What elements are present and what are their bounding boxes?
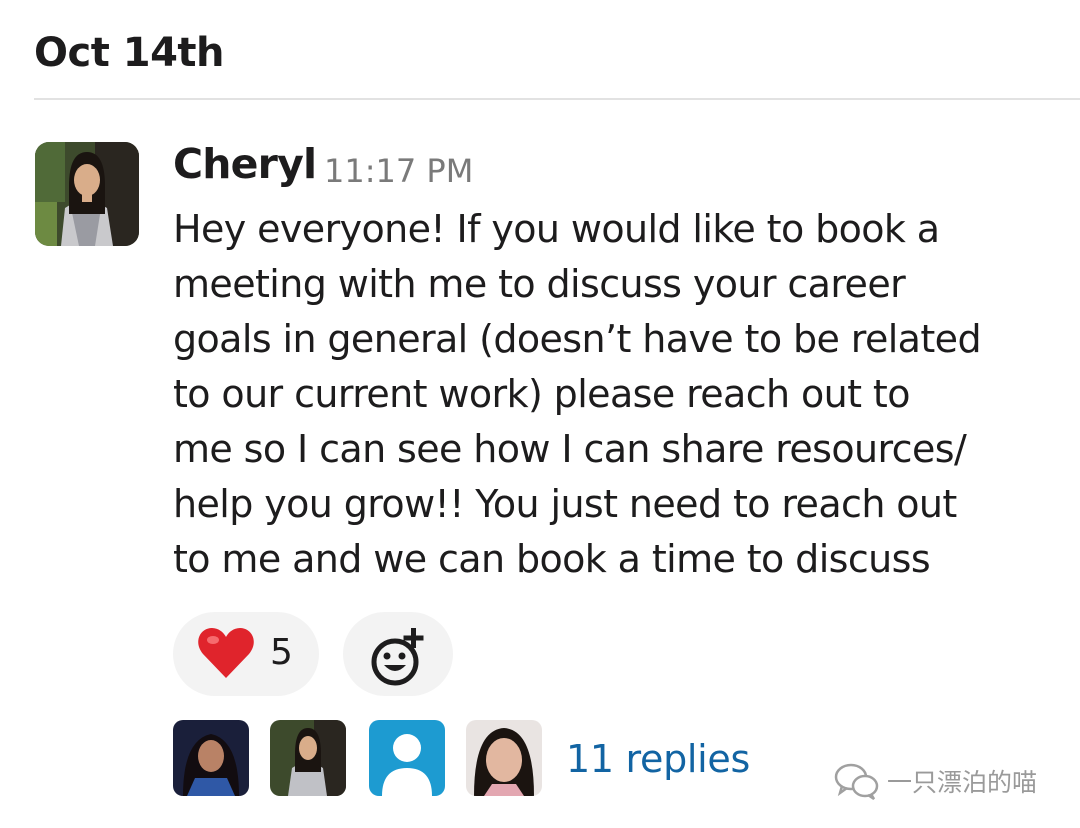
author-photo xyxy=(35,142,139,246)
participant-photo xyxy=(270,720,346,796)
thread-replies-link[interactable]: 11 replies xyxy=(566,737,750,781)
message-line: meeting with me to discuss your career xyxy=(173,262,906,306)
reply-participant-avatar[interactable] xyxy=(270,720,346,796)
add-reaction-icon xyxy=(371,628,424,686)
heart-reaction-button[interactable]: 5 xyxy=(173,612,319,696)
reply-participant-avatar[interactable] xyxy=(369,720,445,796)
watermark: 一只漂泊的喵 xyxy=(833,758,1037,804)
message-line: help you grow!! You just need to reach o… xyxy=(173,482,957,526)
reply-participant-avatar[interactable] xyxy=(466,720,542,796)
author-avatar[interactable] xyxy=(35,142,139,246)
message-line: to our current work) please reach out to xyxy=(173,372,910,416)
reply-participant-avatar[interactable] xyxy=(173,720,249,796)
message-line: goals in general (doesn’t have to be rel… xyxy=(173,317,982,361)
message-line: Hey everyone! If you would like to book … xyxy=(173,207,940,251)
message-line: me so I can see how I can share resource… xyxy=(173,427,967,471)
default-user-icon xyxy=(369,720,445,796)
add-reaction-button[interactable] xyxy=(343,612,453,696)
participant-photo xyxy=(173,720,249,796)
watermark-text: 一只漂泊的喵 xyxy=(887,768,1038,797)
red-heart-icon xyxy=(198,628,254,678)
wechat-icon xyxy=(834,763,879,801)
reaction-count: 5 xyxy=(270,632,293,673)
message-timestamp[interactable]: 11:17 PM xyxy=(324,152,473,190)
date-header[interactable]: Oct 14th xyxy=(34,30,225,76)
message-body: Hey everyone! If you would like to book … xyxy=(173,202,1053,587)
message-line: to me and we can book a time to discuss xyxy=(173,537,931,581)
date-divider xyxy=(34,98,1080,100)
participant-photo xyxy=(466,720,542,796)
message-author[interactable]: Cheryl xyxy=(173,140,317,188)
